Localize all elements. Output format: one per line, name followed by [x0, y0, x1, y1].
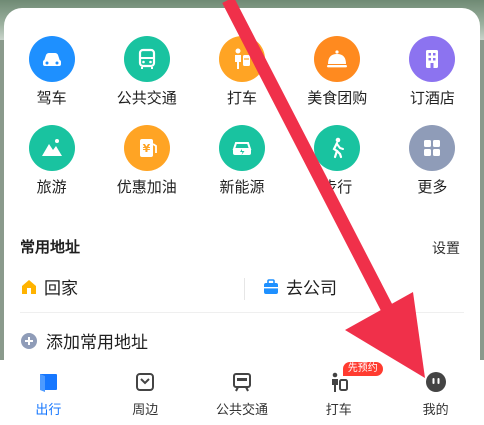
add-address-label: 添加常用地址	[46, 333, 148, 353]
service-grid: 驾车 公共交通 打车 美食团购 订酒店 旅游 ¥ 优惠加油 新能源 步行 更多	[4, 36, 480, 196]
service-label: 更多	[417, 178, 448, 196]
preorder-badge: 先预约	[342, 362, 383, 376]
mountain-icon	[28, 125, 75, 171]
walking-icon	[314, 125, 361, 171]
service-label: 驾车	[36, 89, 67, 107]
food-cloche-icon	[314, 36, 361, 82]
service-drive[interactable]: 驾车	[4, 36, 99, 107]
tab-taxi[interactable]: 先预约 打车	[290, 360, 387, 425]
service-label: 订酒店	[409, 89, 455, 107]
tab-label: 打车	[325, 403, 352, 418]
bottom-tab-bar: 出行 周边 公共交通 先预约 打车 我的	[0, 360, 484, 425]
company-label: 去公司	[286, 279, 337, 299]
add-circle-icon	[21, 332, 37, 349]
address-divider	[244, 278, 245, 300]
tab-travel[interactable]: 出行	[0, 360, 97, 425]
service-label: 公共交通	[116, 89, 177, 107]
tab-profile[interactable]: 我的	[387, 360, 484, 425]
home-icon	[22, 279, 36, 294]
service-label: 步行	[322, 178, 353, 196]
nearby-tab-icon	[136, 373, 155, 391]
profile-tab-icon	[425, 372, 446, 392]
taxi-icon	[218, 36, 265, 82]
add-common-address-button[interactable]: 添加常用地址	[20, 328, 148, 353]
tab-transit[interactable]: 公共交通	[194, 360, 291, 425]
tab-label: 出行	[35, 403, 62, 418]
service-label: 新能源	[219, 178, 265, 196]
grid-more-icon	[409, 125, 456, 171]
svg-text:¥: ¥	[142, 142, 150, 155]
go-home-button[interactable]: 回家	[20, 274, 78, 299]
service-travel[interactable]: 旅游	[4, 125, 99, 196]
service-new-energy[interactable]: 新能源	[194, 125, 289, 196]
common-address-title: 常用地址	[20, 238, 81, 256]
transit-tab-icon	[232, 373, 251, 392]
service-food-deals[interactable]: 美食团购	[290, 36, 385, 107]
settings-link[interactable]: 设置	[432, 238, 460, 258]
tab-label: 我的	[422, 403, 449, 418]
fuel-coupon-icon: ¥	[123, 125, 170, 171]
service-hotel[interactable]: 订酒店	[385, 36, 480, 107]
hotel-icon	[409, 36, 456, 82]
service-label: 美食团购	[307, 89, 368, 107]
go-company-button[interactable]: 去公司	[262, 274, 337, 299]
tab-label: 周边	[132, 403, 159, 418]
travel-tab-icon	[40, 374, 58, 392]
service-more[interactable]: 更多	[385, 125, 480, 196]
tab-label: 公共交通	[215, 403, 268, 418]
tab-nearby[interactable]: 周边	[97, 360, 194, 425]
car-icon	[28, 36, 75, 82]
home-label: 回家	[44, 279, 78, 299]
briefcase-icon	[264, 278, 278, 294]
divider	[20, 312, 464, 313]
service-label: 旅游	[36, 178, 67, 196]
service-label: 打车	[226, 89, 257, 107]
ev-charging-icon	[218, 125, 265, 171]
bus-icon	[123, 36, 170, 82]
service-taxi[interactable]: 打车	[194, 36, 289, 107]
bottom-sheet: 驾车 公共交通 打车 美食团购 订酒店 旅游 ¥ 优惠加油 新能源 步行 更多 …	[4, 8, 480, 360]
service-label: 优惠加油	[116, 178, 177, 196]
service-fuel-discount[interactable]: ¥ 优惠加油	[99, 125, 194, 196]
service-transit[interactable]: 公共交通	[99, 36, 194, 107]
service-walking[interactable]: 步行	[290, 125, 385, 196]
